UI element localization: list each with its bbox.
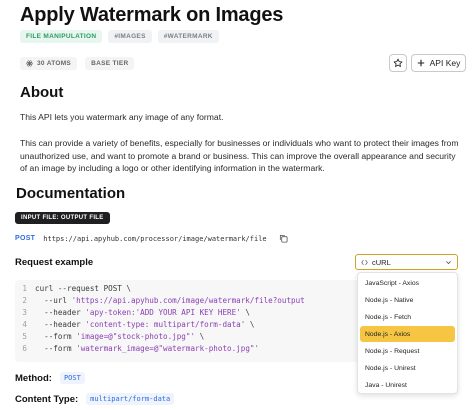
line-number: 5: [22, 332, 27, 341]
category-tag[interactable]: FILE MANIPULATION: [20, 30, 103, 43]
language-option-java-unirest[interactable]: Java - Unirest: [360, 377, 455, 393]
endpoint-row: POST https://api.apyhub.com/processor/im…: [15, 234, 288, 243]
code-block[interactable]: 1 curl --request POST \ 2 --url 'https://…: [15, 280, 360, 362]
code-command: --url: [35, 296, 72, 305]
code-line: 2 --url 'https://api.apyhub.com/image/wa…: [15, 296, 305, 305]
content-type-row: Content Type: multipart/form-data: [15, 393, 175, 405]
language-option-nodejs-fetch[interactable]: Node.js - Fetch: [360, 309, 455, 325]
atom-icon: [26, 60, 33, 67]
code-continuation: \: [240, 308, 250, 317]
code-string: 'apy-token:'ADD YOUR API KEY HERE': [85, 308, 241, 317]
io-badge: INPUT FILE: OUTPUT FILE: [15, 212, 110, 224]
tag-watermark[interactable]: #WATERMARK: [157, 30, 219, 43]
documentation-heading: Documentation: [16, 185, 126, 202]
page-title: Apply Watermark on Images: [20, 4, 284, 26]
code-line: 6 --form 'watermark_image=@"watermark-ph…: [15, 344, 259, 353]
code-string: 'content-type: multipart/form-data': [85, 320, 246, 329]
code-command: --form: [35, 332, 77, 341]
line-number: 2: [22, 296, 27, 305]
code-line: 3 --header 'apy-token:'ADD YOUR API KEY …: [15, 308, 250, 317]
chevron-down-icon: [446, 260, 451, 264]
language-option-nodejs-native[interactable]: Node.js - Native: [360, 292, 455, 308]
endpoint-url: https://api.apyhub.com/processor/image/w…: [43, 234, 267, 243]
copy-icon[interactable]: [279, 234, 288, 243]
code-command: curl --request POST \: [35, 284, 132, 293]
star-icon: [393, 58, 403, 67]
code-string: 'watermark_image=@"watermark-photo.jpg"': [76, 344, 260, 353]
tier-badge: BASE TIER: [85, 57, 135, 70]
plus-icon: [417, 59, 424, 67]
about-description: This can provide a variety of benefits, …: [20, 138, 459, 173]
tag-images[interactable]: #IMAGES: [108, 30, 152, 43]
code-command: --form: [35, 344, 77, 353]
code-line: 5 --form 'image=@"stock-photo.jpg"' \: [15, 332, 204, 341]
line-number: 3: [22, 308, 27, 317]
method-label: Method:: [15, 372, 52, 384]
method-row: Method: POST: [15, 372, 85, 384]
code-command: --header: [35, 320, 86, 329]
line-number: 4: [22, 320, 27, 329]
code-string: 'https://api.apyhub.com/image/watermark/…: [71, 296, 305, 305]
language-select[interactable]: cURL: [355, 254, 458, 270]
content-type-label: Content Type:: [15, 393, 79, 405]
language-select-value: cURL: [372, 257, 391, 267]
about-intro: This API lets you watermark any image of…: [20, 112, 224, 122]
code-string: 'image=@"stock-photo.jpg"': [76, 332, 196, 341]
code-line: 4 --header 'content-type: multipart/form…: [15, 320, 254, 329]
api-key-label: API Key: [429, 58, 461, 68]
language-option-nodejs-request[interactable]: Node.js - Request: [360, 343, 455, 359]
code-command: --header: [35, 308, 86, 317]
about-heading: About: [20, 84, 64, 101]
tag-list: FILE MANIPULATION #IMAGES #WATERMARK: [20, 30, 219, 43]
code-line: 1 curl --request POST \: [15, 284, 131, 293]
method-value: POST: [59, 372, 85, 384]
code-continuation: \: [195, 332, 205, 341]
endpoint-method: POST: [15, 235, 36, 242]
content-type-value: multipart/form-data: [86, 393, 175, 405]
api-key-button[interactable]: API Key: [411, 54, 466, 72]
atoms-count: 30 ATOMS: [37, 60, 72, 67]
language-option-nodejs-unirest[interactable]: Node.js - Unirest: [360, 360, 455, 376]
favorite-button[interactable]: [389, 54, 407, 72]
line-number: 6: [22, 344, 27, 353]
language-option-nodejs-axios[interactable]: Node.js - Axios: [360, 326, 455, 342]
request-example-heading: Request example: [15, 257, 94, 268]
line-number: 1: [22, 284, 27, 293]
atoms-badge: 30 ATOMS: [20, 57, 78, 70]
meta-row: 30 ATOMS BASE TIER: [20, 57, 135, 70]
language-dropdown: JavaScript - Axios Node.js - Native Node…: [357, 272, 458, 394]
code-language-icon: [361, 259, 368, 265]
language-option-javascript-axios[interactable]: JavaScript - Axios: [360, 275, 455, 291]
code-continuation: \: [245, 320, 255, 329]
